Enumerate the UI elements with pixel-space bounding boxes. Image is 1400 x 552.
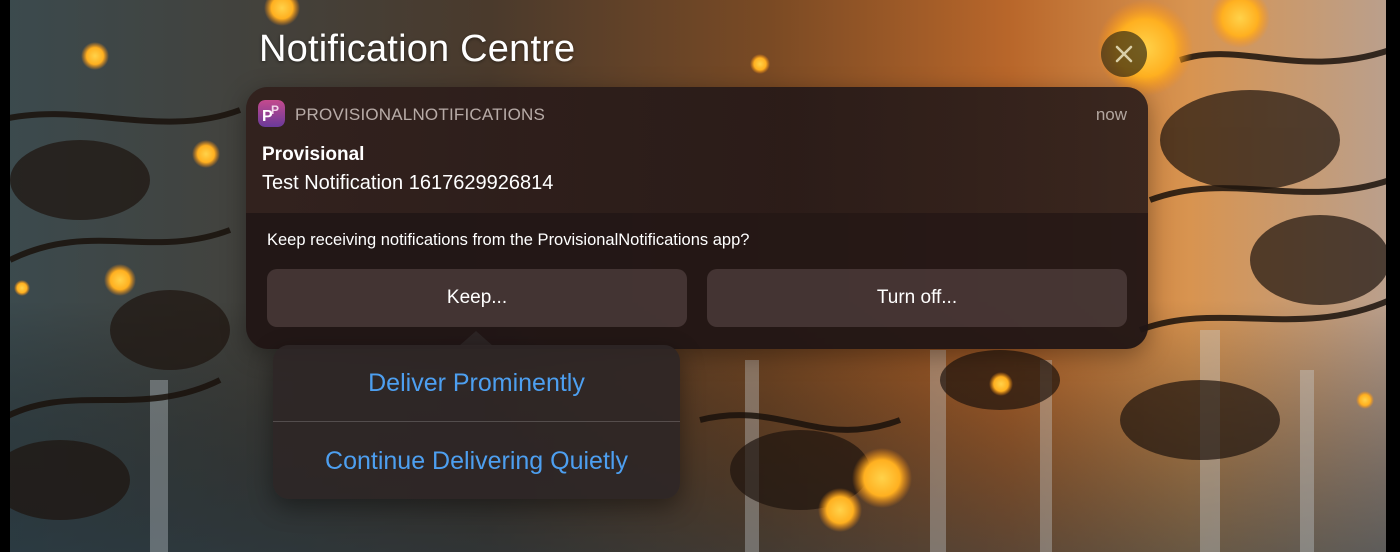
notification-title: Provisional	[262, 144, 365, 165]
keep-button[interactable]: Keep...	[267, 269, 687, 327]
keep-receiving-question: Keep receiving notifications from the Pr…	[267, 231, 750, 249]
svg-text:P: P	[271, 103, 279, 117]
close-button[interactable]	[1101, 31, 1147, 77]
close-icon	[1115, 45, 1133, 63]
popover-arrow	[459, 331, 493, 346]
notification-time: now	[1095, 105, 1127, 124]
notification-card[interactable]: P P PROVISIONALNOTIFICATIONS now Provisi…	[246, 87, 1148, 349]
continue-delivering-quietly-option[interactable]: Continue Delivering Quietly	[273, 423, 680, 499]
notification-content[interactable]: P P PROVISIONALNOTIFICATIONS now Provisi…	[246, 87, 1148, 213]
notification-body: Test Notification 1617629926814	[262, 172, 554, 194]
turn-off-button[interactable]: Turn off...	[707, 269, 1127, 327]
popover-divider	[273, 421, 680, 422]
provisional-app-icon: P P	[258, 100, 285, 127]
screen-edge-left	[0, 0, 10, 552]
notification-centre-title: Notification Centre	[259, 28, 576, 70]
provisional-prompt: Keep receiving notifications from the Pr…	[246, 213, 1148, 349]
screen-edge-right	[1386, 0, 1400, 552]
app-name: PROVISIONALNOTIFICATIONS	[295, 105, 546, 124]
keep-options-popover: Deliver Prominently Continue Delivering …	[273, 345, 680, 499]
deliver-prominently-option[interactable]: Deliver Prominently	[273, 345, 680, 421]
